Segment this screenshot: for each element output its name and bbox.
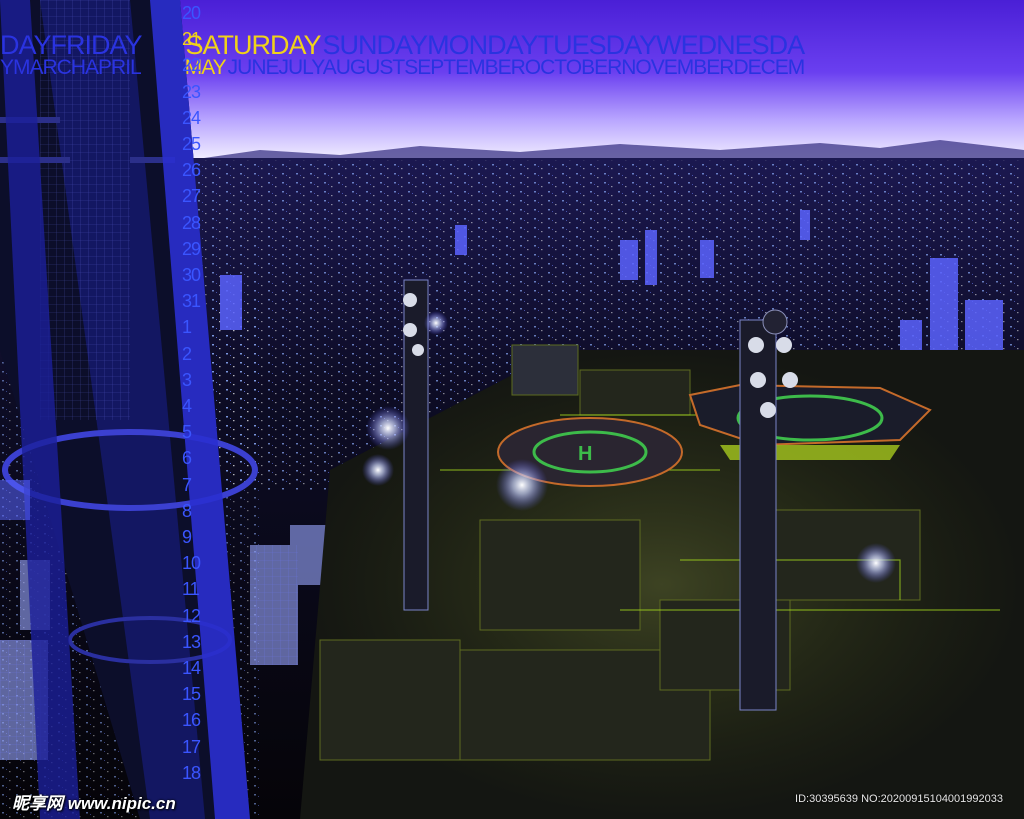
date-number: 12: [182, 605, 201, 626]
date-number: 28: [182, 212, 201, 233]
date-number: 27: [182, 186, 201, 207]
date-number: 10: [182, 553, 201, 574]
date-number: 6: [182, 448, 192, 469]
date-column: 20 21 22 23 24 25 26 27 28 29 30 31 1 2 3 4 5 6 7 8 9 10 11 12 1…: [182, 0, 222, 786]
month-label: JUNE: [227, 56, 280, 79]
date-number: 14: [182, 658, 201, 679]
month-label: Y: [0, 56, 14, 79]
month-label: SEPTEMBER: [404, 56, 526, 79]
date-number: 17: [182, 736, 201, 757]
date-number: 20: [182, 3, 201, 23]
month-label: DECEM: [733, 56, 805, 79]
date-number: 25: [182, 134, 201, 155]
date-number: 16: [182, 710, 201, 731]
date-number: 8: [182, 500, 192, 521]
date-number: 22: [182, 55, 201, 76]
date-number: 18: [182, 762, 201, 783]
date-number: 24: [182, 107, 201, 128]
date-number: 29: [182, 238, 201, 259]
date-number: 31: [182, 291, 201, 312]
image-id-text: ID:30395639 NO:20200915104001992033: [795, 793, 1003, 805]
date-number: 13: [182, 631, 201, 652]
date-number: 3: [182, 369, 192, 390]
month-label: APRIL: [85, 56, 142, 79]
date-number: 5: [182, 422, 192, 443]
month-label: JULY: [278, 56, 324, 79]
date-number: 2: [182, 343, 192, 364]
date-number: 26: [182, 160, 201, 181]
helipad: [688, 383, 932, 460]
date-number: 4: [182, 396, 192, 417]
date-number: 1: [182, 317, 192, 338]
month-label: OCTOBER: [524, 56, 622, 79]
month-strip: YMARCHAPRIL MAYJUNEJULYAUGUSTSEPTEMBEROCT…: [0, 56, 805, 80]
month-label: NOVEMBER: [621, 56, 734, 79]
date-number: 11: [182, 579, 200, 600]
date-number: 21: [182, 29, 201, 50]
month-label: MARCH: [13, 56, 86, 79]
date-number: 30: [182, 265, 201, 286]
date-number: 23: [182, 81, 201, 102]
month-label: AUGUST: [322, 56, 406, 79]
antenna-mast: [403, 279, 429, 611]
date-number: 9: [182, 527, 192, 548]
watermark-logo: 昵享网 www.nipic.cn: [12, 794, 176, 813]
date-number: 15: [182, 684, 201, 705]
city-night-scene: H: [0, 0, 1024, 819]
date-number: 7: [182, 474, 192, 495]
svg-text:H: H: [578, 443, 592, 465]
